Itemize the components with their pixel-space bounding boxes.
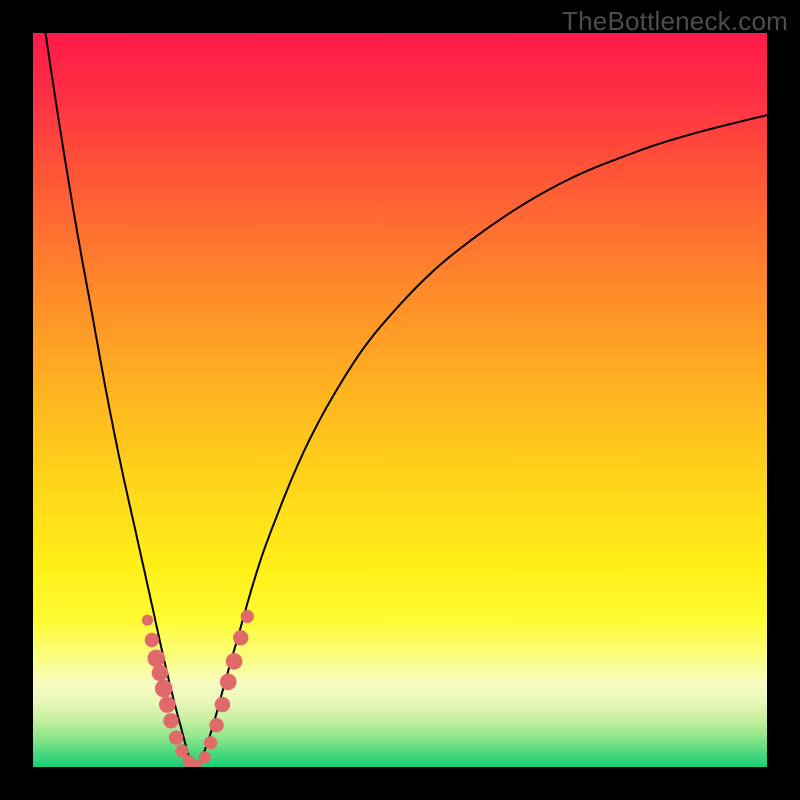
plot-area [33,33,767,767]
marker-point [226,653,243,670]
marker-point [209,718,223,732]
marker-point [241,610,254,623]
marker-point [204,736,217,749]
marker-point [220,674,237,691]
marker-point [233,630,248,645]
marker-point [199,751,211,763]
marker-point [148,650,166,668]
watermark-text: TheBottleneck.com [562,6,788,37]
marker-point [155,680,173,698]
chart-frame: TheBottleneck.com [0,0,800,800]
curve-layer [33,33,767,767]
marker-point [145,633,159,647]
marker-point [142,615,153,626]
marker-point [215,697,230,712]
bottleneck-curve [33,33,767,767]
marker-point [152,665,169,682]
marker-point [159,696,176,713]
marker-point [169,730,183,744]
marker-point [163,713,178,728]
